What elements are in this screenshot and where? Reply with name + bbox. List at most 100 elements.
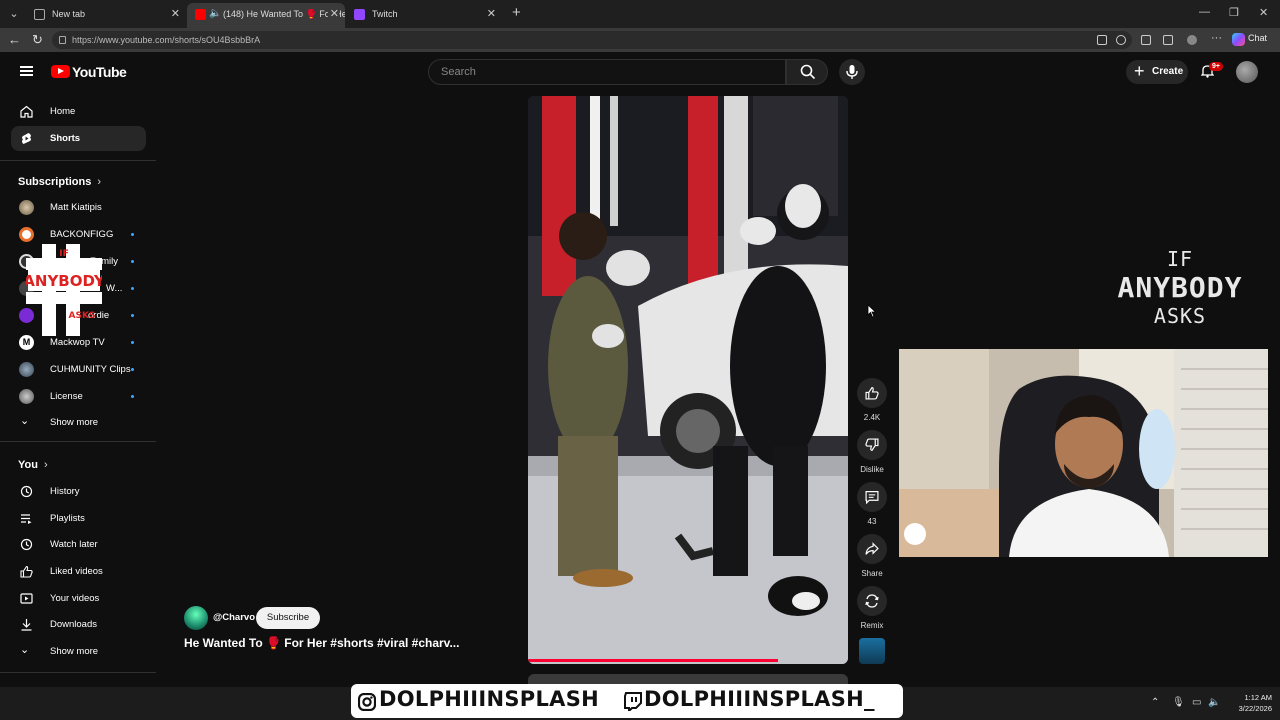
taskbar-clock[interactable]: 1:12 AM 3/22/2026 bbox=[1222, 692, 1272, 714]
divider bbox=[0, 441, 156, 442]
clock-time: 1:12 AM bbox=[1244, 693, 1272, 702]
twitch-handle: DOLPHIIINSPLASH_ bbox=[644, 687, 875, 711]
sidebar-item-label: Watch later bbox=[50, 539, 98, 550]
sidebar-item-your-videos[interactable]: Your videos bbox=[11, 586, 146, 611]
close-tab-icon[interactable]: ✕ bbox=[171, 3, 180, 25]
new-tab-plus-icon[interactable]: + bbox=[512, 4, 521, 21]
tray-mic-icon[interactable]: 🎙 bbox=[1172, 697, 1185, 708]
show-more-label: Show more bbox=[50, 646, 99, 657]
tray-display-icon[interactable]: ▭ bbox=[1192, 697, 1201, 708]
tab-actions-menu[interactable]: ⌄ bbox=[4, 4, 24, 24]
instagram-icon bbox=[358, 693, 376, 711]
search-button[interactable] bbox=[786, 59, 828, 85]
sidebar-item-downloads[interactable]: Downloads bbox=[11, 612, 146, 637]
logo-line-asks: ASKS bbox=[1153, 304, 1207, 328]
chevron-right-icon: › bbox=[97, 176, 102, 188]
show-more-you[interactable]: ⌄ Show more bbox=[11, 639, 146, 664]
more-options-icon[interactable]: ··· bbox=[1211, 32, 1222, 44]
shorts-video-player[interactable] bbox=[528, 96, 848, 664]
favorite-star-icon[interactable] bbox=[1116, 35, 1126, 45]
reload-icon[interactable]: ↻ bbox=[32, 32, 43, 48]
streamer-webcam bbox=[899, 349, 1268, 557]
remix-button[interactable] bbox=[857, 586, 887, 616]
sidebar-item-shorts[interactable]: Shorts bbox=[11, 126, 146, 151]
channel-name[interactable]: @Charvo bbox=[213, 612, 255, 623]
you-header[interactable]: You › bbox=[18, 459, 48, 471]
tray-volume-icon[interactable]: 🔈 bbox=[1208, 697, 1220, 708]
close-tab-icon[interactable]: ✕ bbox=[327, 3, 339, 25]
watch-later-icon bbox=[20, 538, 33, 551]
audio-playing-icon[interactable]: 🔈 bbox=[209, 3, 221, 25]
channel-avatar[interactable] bbox=[184, 606, 208, 630]
dislike-label: Dislike bbox=[860, 465, 884, 474]
create-button[interactable]: Create bbox=[1126, 59, 1188, 84]
small-logo-line-anybody: ANYBODY bbox=[26, 272, 102, 290]
sidebar-item-playlists[interactable]: Playlists bbox=[11, 506, 146, 531]
like-button[interactable] bbox=[857, 378, 887, 408]
download-icon bbox=[21, 619, 32, 631]
account-avatar[interactable] bbox=[1236, 61, 1258, 83]
sidebar-item-label: Your videos bbox=[50, 593, 100, 604]
subscriptions-header[interactable]: Subscriptions › bbox=[18, 176, 101, 188]
sidebar-subscription[interactable]: CUHMUNITY Clips bbox=[11, 357, 146, 382]
video-frame bbox=[528, 96, 848, 664]
browser-tab-new-tab[interactable]: New tab ✕ bbox=[26, 3, 186, 28]
video-icon bbox=[20, 593, 33, 604]
address-bar[interactable]: https://www.youtube.com/shorts/sOU4BsbbB… bbox=[52, 31, 1132, 49]
subscription-label: License bbox=[50, 391, 83, 402]
webcam-feed bbox=[899, 349, 1268, 557]
sidebar-item-watch-later[interactable]: Watch later bbox=[11, 532, 146, 557]
if-anybody-asks-logo-small: ANYBODY ASKS IF bbox=[26, 244, 102, 336]
divider bbox=[0, 160, 156, 161]
show-more-subscriptions[interactable]: ⌄ Show more bbox=[11, 410, 146, 435]
sidebar-subscription[interactable]: Matt Kiatipis bbox=[11, 195, 146, 220]
comments-button[interactable] bbox=[857, 482, 887, 512]
sidebar-item-label: Liked videos bbox=[50, 566, 103, 577]
twitch-icon bbox=[624, 692, 642, 711]
copilot-chat-button[interactable]: Chat bbox=[1232, 33, 1267, 46]
extensions-icon[interactable] bbox=[1141, 35, 1151, 45]
share-button[interactable] bbox=[857, 534, 887, 564]
tray-overflow-icon[interactable]: ⌃ bbox=[1151, 697, 1159, 708]
small-logo-line-if: IF bbox=[59, 249, 69, 259]
url-text: https://www.youtube.com/shorts/sOU4BsbbB… bbox=[72, 35, 261, 45]
profile-icon[interactable] bbox=[1187, 35, 1197, 45]
share-icon bbox=[865, 542, 879, 555]
short-title[interactable]: He Wanted To 🥊 For Her #shorts #viral #c… bbox=[184, 636, 459, 650]
if-anybody-asks-logo: IF ANYBODY ASKS bbox=[1100, 247, 1260, 328]
favorites-icon[interactable] bbox=[1163, 35, 1173, 45]
browser-tab-twitch[interactable]: Twitch ✕ bbox=[346, 3, 502, 28]
restore-icon[interactable]: ❐ bbox=[1229, 6, 1239, 19]
close-window-icon[interactable]: ✕ bbox=[1259, 6, 1268, 19]
mouse-cursor-icon bbox=[867, 304, 877, 318]
sidebar-item-liked-videos[interactable]: Liked videos bbox=[11, 559, 146, 584]
shorts-icon bbox=[21, 133, 31, 144]
minimize-icon[interactable]: — bbox=[1199, 6, 1210, 18]
sidebar-item-label: Downloads bbox=[50, 619, 97, 630]
clock-date: 3/22/2026 bbox=[1238, 704, 1272, 713]
close-tab-icon[interactable]: ✕ bbox=[487, 3, 496, 25]
sidebar-item-label: Home bbox=[50, 106, 76, 117]
thumbs-down-icon bbox=[865, 438, 879, 451]
divider bbox=[0, 672, 156, 673]
you-title: You bbox=[18, 459, 38, 471]
logo-line-anybody: ANYBODY bbox=[1117, 271, 1243, 304]
thumbs-up-icon bbox=[865, 387, 879, 400]
voice-search-button[interactable] bbox=[839, 59, 865, 85]
youtube-play-icon bbox=[51, 65, 70, 78]
back-icon[interactable]: ← bbox=[8, 32, 21, 47]
dislike-button[interactable] bbox=[857, 430, 887, 460]
sidebar-item-history[interactable]: History bbox=[11, 479, 146, 504]
subscribe-button[interactable]: Subscribe bbox=[256, 607, 320, 629]
apps-icon[interactable] bbox=[1097, 35, 1107, 45]
audio-source-thumbnail[interactable] bbox=[859, 638, 885, 664]
chevron-right-icon: › bbox=[43, 459, 48, 471]
search-input[interactable]: Search bbox=[428, 59, 786, 85]
new-content-dot bbox=[131, 233, 134, 236]
hamburger-menu-icon[interactable] bbox=[20, 66, 33, 76]
video-progress-bar[interactable] bbox=[528, 659, 778, 662]
sidebar-item-home[interactable]: Home bbox=[11, 99, 146, 124]
sidebar-subscription[interactable]: License bbox=[11, 384, 146, 409]
browser-tab-bar: ⌄ New tab ✕ 🔈 (148) He Wanted To 🥊 For H… bbox=[0, 0, 1280, 28]
browser-tab-youtube[interactable]: 🔈 (148) He Wanted To 🥊 For Her ✕ bbox=[187, 3, 345, 28]
